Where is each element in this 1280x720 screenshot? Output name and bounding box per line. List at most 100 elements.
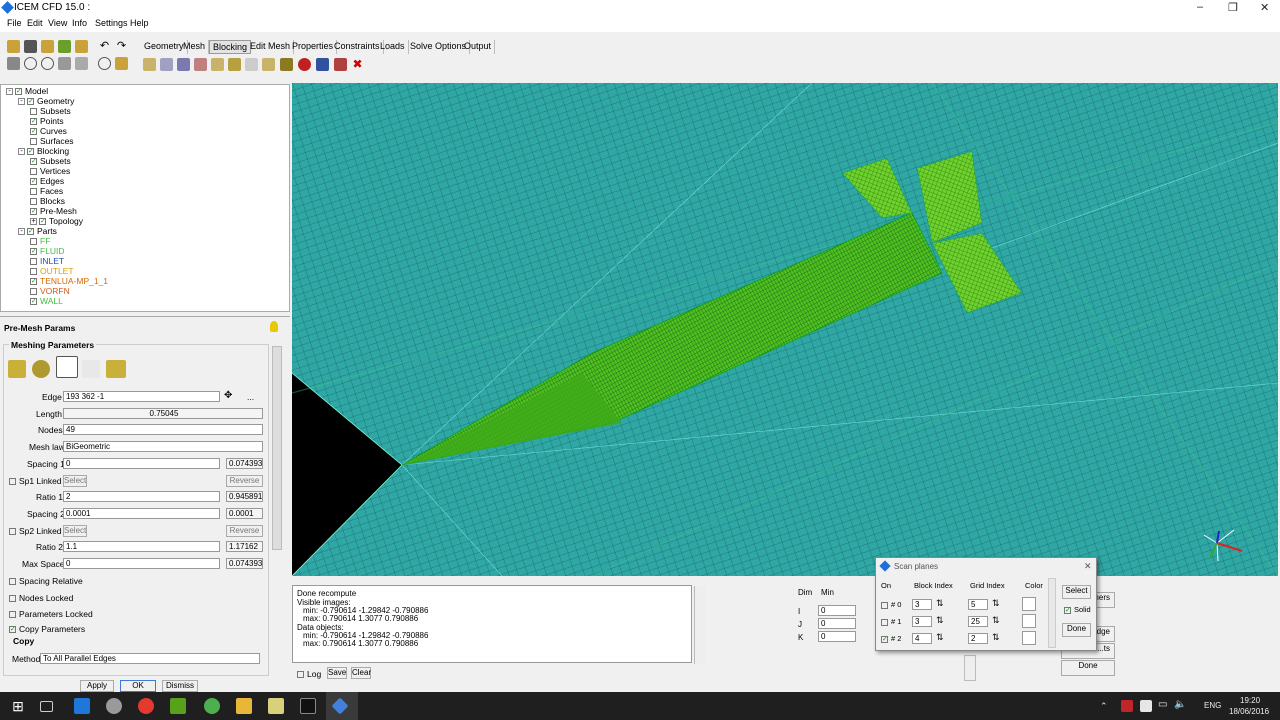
- scan-row0-color-swatch[interactable]: [1022, 597, 1036, 611]
- scan-row1-color-swatch[interactable]: [1022, 614, 1036, 628]
- edge-params-icon[interactable]: [8, 360, 26, 378]
- tray-network-icon[interactable]: ▭: [1158, 699, 1167, 710]
- nodes-locked-checkbox[interactable]: [9, 595, 16, 603]
- tree-checkbox[interactable]: ✓: [15, 88, 22, 96]
- sp2-linked-checkbox[interactable]: [9, 528, 16, 536]
- scan-row1-block-spin-icon[interactable]: ⇅: [936, 615, 944, 626]
- scan-done-button[interactable]: Done: [1062, 623, 1091, 637]
- open-geometry-icon[interactable]: [41, 40, 54, 53]
- tree-checkbox[interactable]: [30, 168, 37, 176]
- app-icon[interactable]: [170, 698, 186, 714]
- meshlaw-select[interactable]: BiGeometric: [63, 441, 263, 452]
- edge-field[interactable]: 193 362 -1: [63, 391, 220, 402]
- scan-row0-block-spin-icon[interactable]: ⇅: [936, 598, 944, 609]
- sp2-select-button[interactable]: Select: [63, 525, 87, 537]
- collapse-icon[interactable]: -: [18, 228, 25, 236]
- scan-row1-checkbox[interactable]: [881, 618, 888, 626]
- menu-info[interactable]: Info: [72, 18, 87, 28]
- transform-icon[interactable]: [245, 58, 258, 71]
- scan-select-button[interactable]: Select: [1062, 585, 1091, 599]
- edit-edge-icon[interactable]: [262, 58, 275, 71]
- solid-icon[interactable]: [98, 57, 111, 70]
- tree-checkbox[interactable]: [30, 238, 37, 246]
- file-explorer-icon[interactable]: [236, 698, 252, 714]
- redo-icon[interactable]: ↷: [115, 40, 128, 53]
- scan-row0-grid-spin-icon[interactable]: ⇅: [992, 598, 1000, 609]
- collapse-icon[interactable]: -: [6, 88, 13, 96]
- tab-mesh[interactable]: Mesh: [180, 40, 210, 54]
- tree-node[interactable]: Subsets: [30, 106, 71, 116]
- open-blocking-icon[interactable]: [75, 40, 88, 53]
- tree-checkbox[interactable]: [30, 188, 37, 196]
- tree-checkbox[interactable]: ✓: [30, 278, 37, 286]
- linked-spacing-icon[interactable]: [82, 360, 100, 378]
- tab-constraints[interactable]: Constraints: [331, 40, 384, 54]
- tree-checkbox[interactable]: ✓: [27, 148, 34, 156]
- tree-checkbox[interactable]: ✓: [27, 98, 34, 106]
- tab-blocking[interactable]: Blocking: [209, 40, 252, 54]
- tray-language[interactable]: ENG: [1204, 701, 1221, 710]
- menu-settings[interactable]: Settings: [95, 18, 128, 28]
- menu-view[interactable]: View: [48, 18, 67, 28]
- menu-help[interactable]: Help: [130, 18, 149, 28]
- tab-properties[interactable]: Properties: [289, 40, 338, 54]
- tab-loads[interactable]: Loads: [377, 40, 409, 54]
- collapse-icon[interactable]: -: [18, 98, 25, 106]
- tree-node[interactable]: ✓ Subsets: [30, 156, 71, 166]
- merge-vertices-icon[interactable]: [177, 58, 190, 71]
- tree-node[interactable]: - ✓ Blocking: [18, 146, 69, 156]
- tree-checkbox[interactable]: [30, 138, 37, 146]
- scan-row2-block[interactable]: 4: [912, 633, 932, 644]
- tree-checkbox[interactable]: [30, 288, 37, 296]
- tree-node[interactable]: + ✓ Topology: [30, 216, 83, 226]
- min-j-field[interactable]: 0: [818, 618, 856, 629]
- app-icon[interactable]: [204, 698, 220, 714]
- delete-block-icon[interactable]: ✖: [351, 58, 364, 71]
- zoom-icon[interactable]: [24, 57, 37, 70]
- clear-log-button[interactable]: Clear: [351, 667, 371, 679]
- nodes-spinner[interactable]: 49: [63, 424, 263, 435]
- block-checks-icon[interactable]: [334, 58, 347, 71]
- tree-node[interactable]: Surfaces: [30, 136, 74, 146]
- close-button[interactable]: ✕: [1260, 1, 1269, 14]
- help-bulb-icon[interactable]: [270, 321, 278, 332]
- save-icon[interactable]: [24, 40, 37, 53]
- tree-node[interactable]: Blocks: [30, 196, 65, 206]
- params-locked-checkbox[interactable]: [9, 611, 16, 619]
- spacing1-field[interactable]: 0: [63, 458, 220, 469]
- tree-checkbox[interactable]: ✓: [30, 298, 37, 306]
- method-select[interactable]: To All Parallel Edges: [40, 653, 260, 664]
- tray-app-icon[interactable]: [1140, 700, 1152, 712]
- tree-node[interactable]: INLET: [30, 256, 64, 266]
- tree-node[interactable]: ✓ Curves: [30, 126, 67, 136]
- save-log-button[interactable]: Save: [327, 667, 347, 679]
- split-block-icon[interactable]: [160, 58, 173, 71]
- undo-icon[interactable]: ↶: [98, 40, 111, 53]
- tray-antivirus-icon[interactable]: [1121, 700, 1133, 712]
- scan-row0-checkbox[interactable]: [881, 601, 888, 609]
- open-project-icon[interactable]: [7, 40, 20, 53]
- done-bottom-button[interactable]: Done: [1061, 660, 1115, 676]
- log-checkbox[interactable]: [297, 671, 304, 679]
- sp1-select-button[interactable]: Select: [63, 475, 87, 487]
- tree-checkbox[interactable]: ✓: [30, 178, 37, 186]
- tree-checkbox[interactable]: ✓: [39, 218, 46, 226]
- scan-row2-grid-spin-icon[interactable]: ⇅: [992, 632, 1000, 643]
- tab-output[interactable]: Output: [461, 40, 496, 54]
- tree-checkbox[interactable]: [30, 258, 37, 266]
- tree-node[interactable]: FF: [30, 236, 50, 246]
- dialog-close-button[interactable]: ✕: [1084, 561, 1092, 572]
- ratio1-field[interactable]: 2: [63, 491, 220, 502]
- collapse-icon[interactable]: -: [18, 148, 25, 156]
- tree-checkbox[interactable]: ✓: [30, 248, 37, 256]
- start-icon[interactable]: ⊞: [10, 698, 26, 714]
- chrome-icon[interactable]: [138, 698, 154, 714]
- tree-checkbox[interactable]: [30, 268, 37, 276]
- scan-row0-grid[interactable]: 5: [968, 599, 988, 610]
- more-button[interactable]: ...: [247, 392, 254, 402]
- scan-row2-block-spin-icon[interactable]: ⇅: [936, 632, 944, 643]
- scan-row2-checkbox[interactable]: ✓: [881, 635, 888, 643]
- select-edge-icon[interactable]: ✥: [224, 390, 232, 401]
- expand-icon[interactable]: +: [30, 218, 37, 226]
- match-edges-icon[interactable]: [32, 360, 50, 378]
